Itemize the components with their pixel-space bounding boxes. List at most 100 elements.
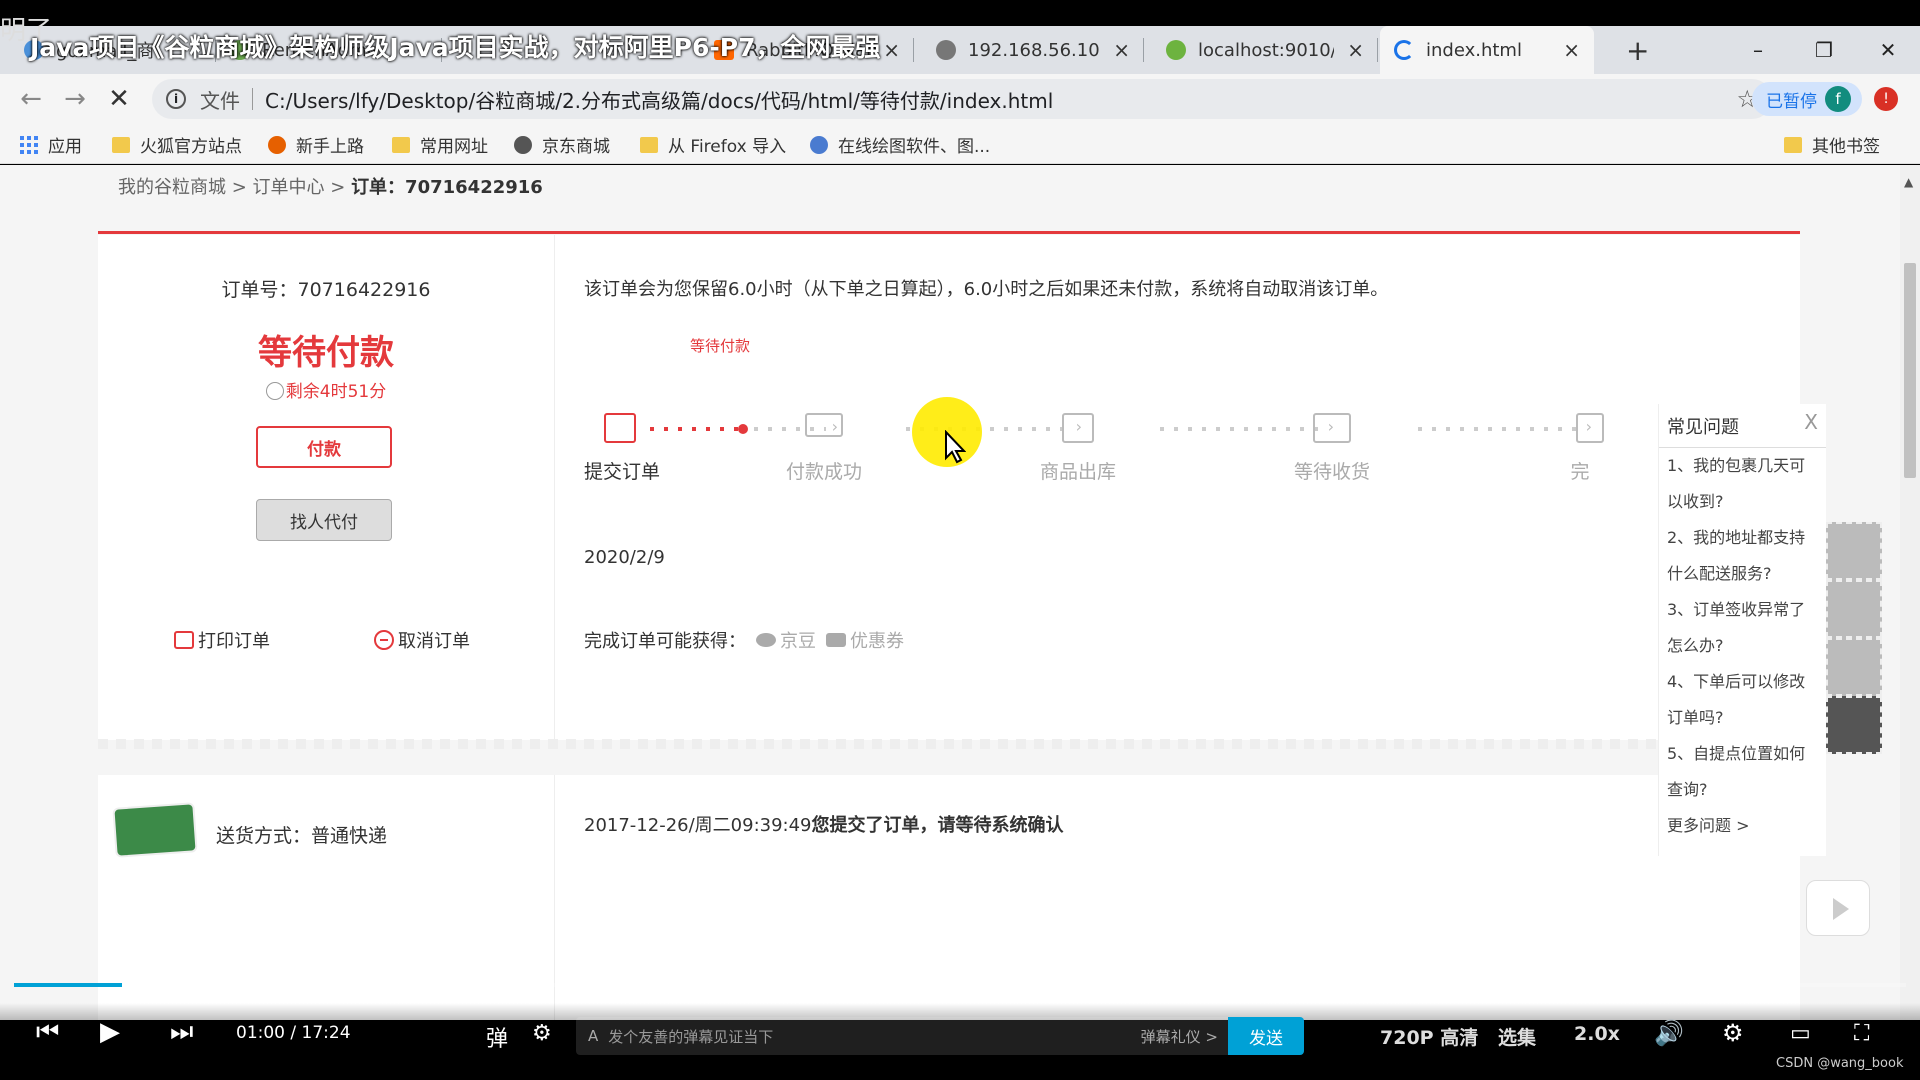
- restore-button[interactable]: ❐: [1794, 26, 1854, 74]
- tab-localhost[interactable]: localhost:9010/s ×: [1152, 26, 1378, 74]
- tab-close-icon[interactable]: ×: [1563, 38, 1580, 62]
- faq-item[interactable]: 2、我的地址都支持: [1659, 520, 1826, 556]
- order-status: 等待付款: [258, 333, 394, 373]
- faq-item[interactable]: 查询?: [1659, 772, 1826, 808]
- friend-pay-button[interactable]: 找人代付: [256, 499, 392, 541]
- tab-close-icon[interactable]: ×: [883, 38, 900, 62]
- danmaku-toggle-icon[interactable]: 弹: [486, 1021, 508, 1053]
- reward-label: 优惠券: [850, 631, 904, 652]
- side-tab[interactable]: [1826, 696, 1882, 754]
- pip-icon[interactable]: ▭: [1790, 1021, 1811, 1046]
- column-divider: [554, 235, 555, 740]
- step-complete: 完: [1560, 413, 1620, 483]
- bookmark-item[interactable]: 在线绘图软件、图...: [810, 132, 990, 157]
- total-time: 17:24: [301, 1023, 351, 1043]
- edit-icon: [604, 413, 636, 443]
- bookmark-apps[interactable]: 应用: [20, 132, 82, 157]
- video-progress-bar[interactable]: [14, 983, 1906, 987]
- vertical-scrollbar[interactable]: ▲: [1900, 165, 1920, 1020]
- bookmark-item[interactable]: 常用网址: [392, 132, 488, 157]
- page-viewport: 我的谷粒商城 > 订单中心 > 订单：70716422916 订单号：70716…: [0, 165, 1900, 1020]
- side-tab[interactable]: [1826, 638, 1882, 696]
- bookmark-label: 其他书签: [1812, 137, 1880, 157]
- bookmarks-bar: 应用 火狐官方站点 新手上路 常用网址 京东商城 从 Firefox 导入 在线…: [0, 124, 1920, 164]
- faq-item[interactable]: 以收到?: [1659, 484, 1826, 520]
- tab-close-icon[interactable]: ×: [1113, 38, 1130, 62]
- bookmark-label: 京东商城: [542, 137, 610, 157]
- cancel-label: 取消订单: [398, 631, 470, 652]
- faq-item[interactable]: 1、我的包裹几天可: [1659, 448, 1826, 484]
- faq-item[interactable]: 3、订单签收异常了: [1659, 592, 1826, 628]
- side-tab[interactable]: [1826, 522, 1882, 580]
- bookmark-item[interactable]: 新手上路: [268, 132, 364, 157]
- video-controls: ⏮ ▶ ⏭ 01:00 / 17:24 弹 ⚙ A 发个友善的弹幕见证当下 弹幕…: [0, 1003, 1920, 1063]
- danmaku-settings-icon[interactable]: ⚙: [532, 1021, 552, 1046]
- product-thumbnail[interactable]: [112, 802, 198, 858]
- breadcrumb-orders[interactable]: 订单中心: [253, 177, 325, 198]
- stop-loading-button[interactable]: ✕: [104, 84, 134, 114]
- update-menu-icon[interactable]: !: [1874, 87, 1898, 111]
- profile-avatar: f: [1825, 86, 1851, 112]
- pay-button[interactable]: 付款: [256, 426, 392, 468]
- header-red-line: [98, 231, 1800, 234]
- side-tab[interactable]: [1826, 580, 1882, 638]
- forward-button[interactable]: →: [60, 84, 90, 114]
- send-button[interactable]: 发送: [1228, 1017, 1304, 1055]
- mouse-cursor-icon: [945, 430, 966, 464]
- bookmark-label: 常用网址: [420, 137, 488, 157]
- quality-button[interactable]: 720P 高清: [1380, 1023, 1478, 1050]
- volume-icon[interactable]: 🔊: [1654, 1019, 1684, 1047]
- faq-item[interactable]: 怎么办?: [1659, 628, 1826, 664]
- tab-index-html[interactable]: index.html ×: [1380, 26, 1594, 74]
- close-window-button[interactable]: ✕: [1858, 26, 1918, 74]
- cancel-order-link[interactable]: 取消订单: [374, 627, 470, 653]
- log-time: 2017-12-26/周二09:39:49: [584, 815, 812, 836]
- faq-close-button[interactable]: X: [1804, 410, 1818, 434]
- speed-button[interactable]: 2.0x: [1574, 1023, 1620, 1045]
- faq-item[interactable]: 订单吗?: [1659, 700, 1826, 736]
- faq-item[interactable]: 什么配送服务?: [1659, 556, 1826, 592]
- info-icon[interactable]: i: [166, 89, 186, 109]
- play-icon[interactable]: ▶: [100, 1017, 120, 1047]
- faq-item[interactable]: 4、下单后可以修改: [1659, 664, 1826, 700]
- scroll-up-icon[interactable]: ▲: [1904, 175, 1913, 189]
- breadcrumb-sep: >: [324, 177, 352, 198]
- cloud-icon: [756, 633, 776, 647]
- tab-ip[interactable]: 192.168.56.10 ×: [922, 26, 1144, 74]
- next-icon[interactable]: ⏭: [170, 1017, 193, 1048]
- scroll-thumb[interactable]: [1904, 263, 1916, 478]
- progress-dot: [738, 424, 748, 434]
- shipping-method: 送货方式：普通快递: [216, 825, 388, 847]
- settings-gear-icon[interactable]: ⚙: [1722, 1019, 1744, 1047]
- fullscreen-icon[interactable]: ⛶: [1854, 1021, 1869, 1046]
- drawio-icon: [810, 135, 828, 154]
- bookmark-item[interactable]: 京东商城: [514, 132, 610, 157]
- danmaku-placeholder: 发个友善的弹幕见证当下: [608, 1027, 774, 1046]
- previous-icon[interactable]: ⏮: [36, 1017, 59, 1048]
- truck-icon: [1313, 413, 1351, 443]
- episodes-button[interactable]: 选集: [1498, 1023, 1536, 1050]
- tab-close-icon[interactable]: ×: [1347, 38, 1364, 62]
- card-icon: [805, 413, 843, 437]
- minimize-button[interactable]: –: [1728, 26, 1788, 74]
- cancel-circle-icon: [374, 630, 394, 650]
- bilibili-tv-play-icon[interactable]: [1806, 880, 1870, 936]
- back-button[interactable]: ←: [16, 84, 46, 114]
- print-order-link[interactable]: 打印订单: [174, 627, 270, 653]
- print-label: 打印订单: [198, 631, 270, 652]
- folder-icon: [392, 136, 410, 153]
- faq-more-link[interactable]: 更多问题 >: [1659, 808, 1826, 840]
- bookmark-label: 从 Firefox 导入: [668, 137, 787, 157]
- bookmark-item[interactable]: 从 Firefox 导入: [640, 132, 786, 157]
- url-text[interactable]: C:/Users/lfy/Desktop/谷粒商城/2.分布式高级篇/docs/…: [265, 85, 1053, 114]
- danmaku-input[interactable]: A 发个友善的弹幕见证当下 弹幕礼仪 > 发送: [576, 1017, 1304, 1055]
- address-bar[interactable]: i 文件 C:/Users/lfy/Desktop/谷粒商城/2.分布式高级篇/…: [152, 79, 1772, 119]
- breadcrumb-home[interactable]: 我的谷粒商城: [118, 177, 226, 198]
- sync-paused-button[interactable]: 已暂停 f: [1752, 82, 1862, 116]
- current-time: 01:00: [236, 1023, 285, 1043]
- bookmark-other[interactable]: 其他书签: [1784, 132, 1880, 157]
- faq-item[interactable]: 5、自提点位置如何: [1659, 736, 1826, 772]
- new-tab-button[interactable]: +: [1612, 26, 1662, 74]
- bookmark-item[interactable]: 火狐官方站点: [112, 132, 242, 157]
- danmaku-etiquette-link[interactable]: 弹幕礼仪 >: [1141, 1026, 1218, 1047]
